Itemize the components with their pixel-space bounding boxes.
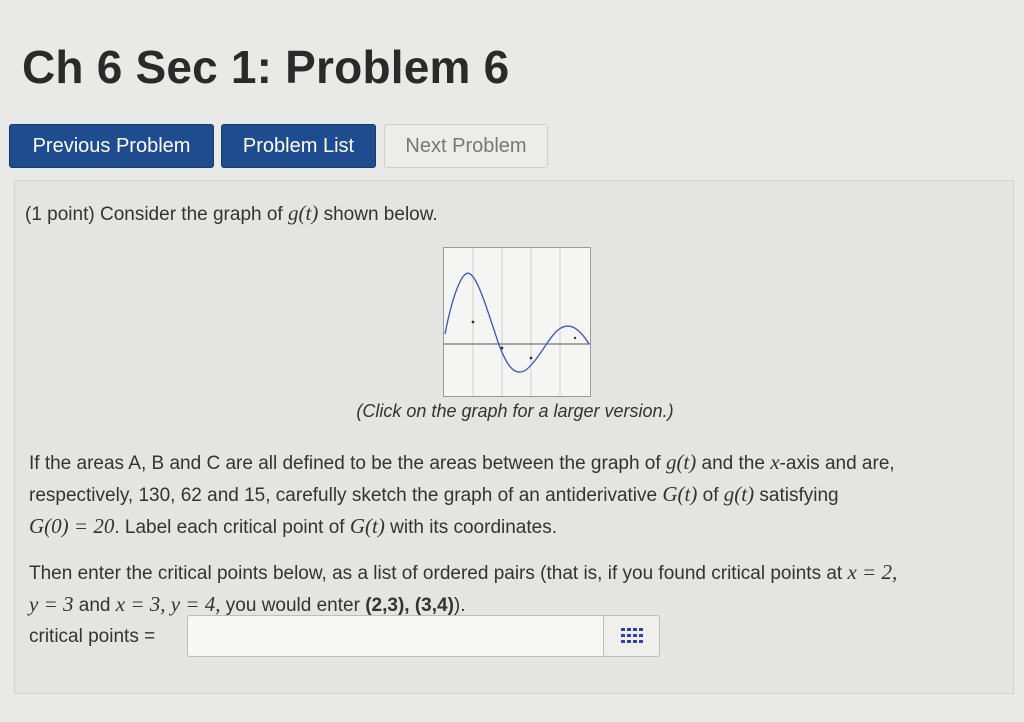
p1-text: satisfying (754, 485, 839, 506)
page-title: Ch 6 Sec 1: Problem 6 (22, 41, 510, 93)
intro-text-end: shown below. (318, 204, 438, 225)
p2-text: you would enter (220, 595, 366, 616)
p1-text: . Label each critical point of (114, 517, 350, 538)
graph-curve (444, 272, 590, 373)
problem-paragraph-1: If the areas A, B and C are all defined … (29, 447, 1004, 543)
intro-math: g(t) (288, 201, 319, 225)
p2-example: (2,3), (3,4) (365, 595, 454, 616)
p2-math: y = 3 (29, 592, 74, 616)
problem-intro: (1 point) Consider the graph of g(t) sho… (25, 201, 438, 226)
problem-paragraph-2: Then enter the critical points below, as… (29, 557, 1004, 621)
p1-math: g(t) (723, 482, 755, 506)
next-problem-button[interactable]: Next Problem (384, 124, 548, 168)
previous-problem-button[interactable]: Previous Problem (9, 124, 214, 168)
p1-text: and the (696, 453, 771, 474)
p1-text: If the areas A, B and C are all defined … (29, 453, 666, 474)
answer-label: critical points = (29, 626, 156, 647)
p1-math: G(t) (662, 482, 698, 506)
p1-text: of (697, 485, 724, 506)
p1-math: x (770, 450, 780, 474)
p2-math: x = 3, y = 4, (115, 592, 221, 616)
p2-text: Then enter the critical points below, as… (29, 563, 848, 584)
problem-list-button[interactable]: Problem List (221, 124, 376, 168)
graph-thumbnail[interactable] (443, 247, 591, 397)
intro-text: (1 point) Consider the graph of (25, 204, 288, 225)
p2-text: and (73, 595, 116, 616)
critical-points-input[interactable] (187, 615, 659, 657)
p2-math: x = 2, (847, 560, 898, 584)
p2-text: ). (453, 595, 466, 616)
p1-math: G(t) (349, 514, 385, 538)
p1-math: g(t) (665, 450, 697, 474)
equation-palette-button[interactable] (603, 615, 660, 657)
grid-palette-icon (620, 628, 643, 643)
p1-math: G(0) = 20 (29, 514, 115, 538)
p1-text: with its coordinates. (384, 517, 557, 538)
graph-thumbnail-svg (444, 248, 590, 396)
graph-caption: (Click on the graph for a larger version… (356, 401, 674, 421)
problem-body: (1 point) Consider the graph of g(t) sho… (14, 180, 1014, 694)
